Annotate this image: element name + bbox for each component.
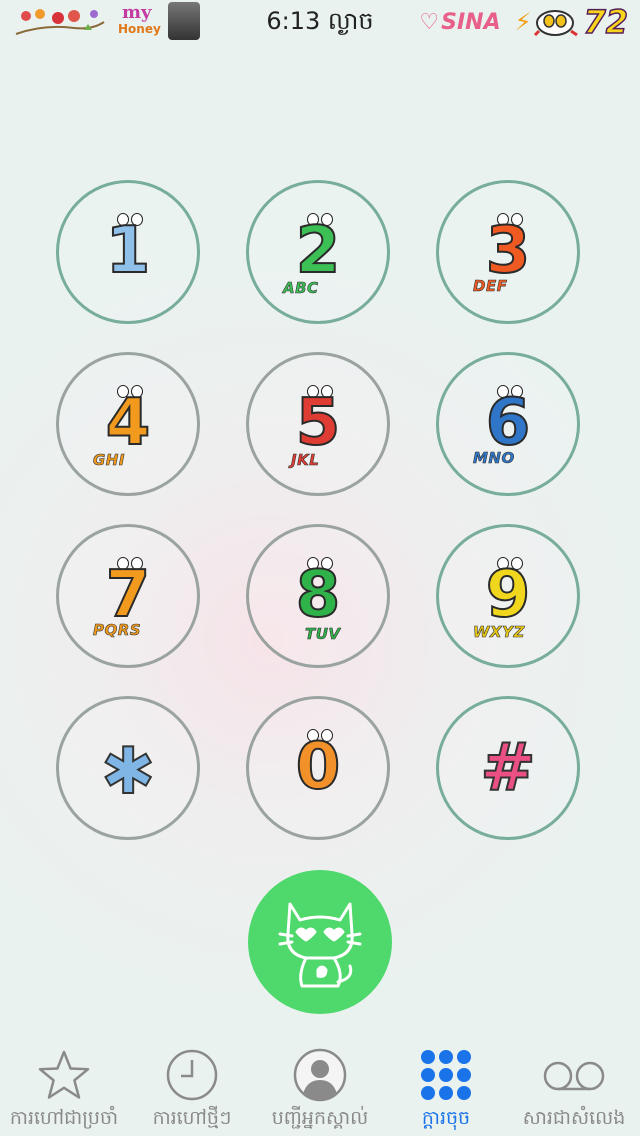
tab-label: ក្ដារចុច bbox=[421, 1107, 471, 1129]
cat-icon bbox=[278, 902, 362, 988]
key-letters: JKL bbox=[291, 451, 320, 470]
key-5[interactable]: 5 JKL bbox=[246, 352, 390, 496]
asterisk-icon: ✱ bbox=[100, 734, 156, 810]
key-8[interactable]: 8 TUV bbox=[246, 524, 390, 668]
key-digit: 8 bbox=[295, 557, 342, 633]
tab-label: ការហៅជាប្រចាំ bbox=[9, 1107, 119, 1129]
key-digit: 1 bbox=[105, 213, 152, 289]
key-digit: 3 bbox=[485, 213, 532, 289]
key-3[interactable]: 3 DEF bbox=[436, 180, 580, 324]
key-1[interactable]: 1 bbox=[56, 180, 200, 324]
key-4[interactable]: 4 GHI bbox=[56, 352, 200, 496]
voicemail-icon bbox=[543, 1061, 605, 1091]
key-letters: ABC bbox=[283, 279, 319, 298]
key-0[interactable]: 0 bbox=[246, 696, 390, 840]
key-letters: DEF bbox=[473, 277, 508, 296]
key-digit: 4 bbox=[105, 385, 152, 461]
key-letters: TUV bbox=[305, 625, 341, 644]
key-letters: MNO bbox=[473, 449, 515, 468]
contacts-icon bbox=[293, 1048, 347, 1102]
key-9[interactable]: 9 WXYZ bbox=[436, 524, 580, 668]
star-icon bbox=[38, 1050, 90, 1099]
tab-keypad[interactable]: ក្ដារចុច bbox=[384, 1040, 508, 1136]
tab-contacts[interactable]: បញ្ជីអ្នកស្គាល់ bbox=[256, 1040, 384, 1136]
tab-label: បញ្ជីអ្នកស្គាល់ bbox=[271, 1107, 369, 1129]
keypad-icon bbox=[421, 1050, 471, 1100]
key-letters: GHI bbox=[93, 451, 125, 470]
key-7[interactable]: 7 PQRS bbox=[56, 524, 200, 668]
tab-favorites[interactable]: ការហៅជាប្រចាំ bbox=[0, 1040, 128, 1136]
call-button[interactable] bbox=[248, 870, 392, 1014]
key-digit: 0 bbox=[295, 729, 342, 805]
keypad: 1 2 ABC 3 DEF 4 GHI 5 JKL 6 MNO 7 PQRS 8… bbox=[0, 0, 640, 860]
tab-voicemail[interactable]: សារជាសំលេង bbox=[508, 1040, 640, 1136]
key-2[interactable]: 2 ABC bbox=[246, 180, 390, 324]
tab-label: ការហៅថ្មីៗ bbox=[152, 1107, 232, 1129]
tab-bar: ការហៅជាប្រចាំ ការហៅថ្មីៗ បញ្ជីអ្នកស្គាល់… bbox=[0, 1040, 640, 1136]
key-letters: WXYZ bbox=[473, 623, 525, 642]
tab-label: សារជាសំលេង bbox=[522, 1107, 626, 1129]
key-6[interactable]: 6 MNO bbox=[436, 352, 580, 496]
key-hash[interactable]: # bbox=[436, 696, 580, 840]
tab-recents[interactable]: ការហៅថ្មីៗ bbox=[128, 1040, 256, 1136]
clock-icon bbox=[166, 1049, 218, 1101]
hash-icon: # bbox=[479, 728, 536, 807]
key-star[interactable]: ✱ bbox=[56, 696, 200, 840]
key-letters: PQRS bbox=[93, 621, 142, 640]
